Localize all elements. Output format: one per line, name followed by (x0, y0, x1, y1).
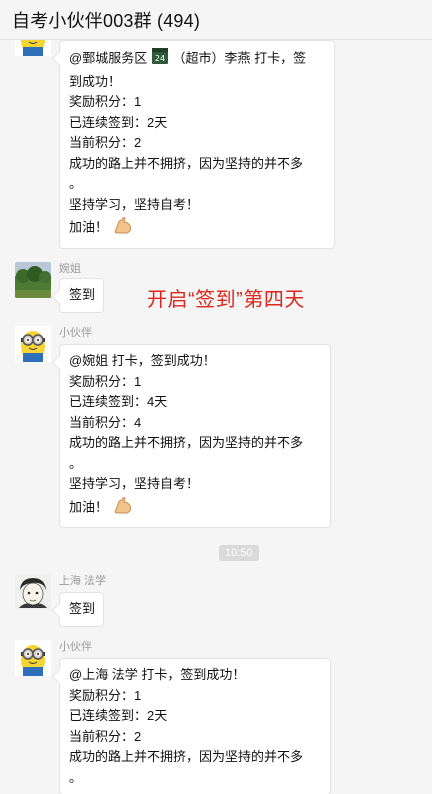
sender-name: 婉姐 (59, 263, 81, 275)
chat-title: 自考小伙伴003群 (494) (12, 10, 201, 31)
sender-name: 小伙伴 (59, 641, 92, 653)
message-line: 当前积分：2 (69, 135, 142, 150)
message-line: （超市）李燕 打卡，签 (172, 50, 307, 66)
message-line: 奖励积分：1 (69, 94, 142, 109)
message-bubble[interactable]: 签到 (59, 278, 105, 313)
message-line: 签到 (69, 601, 96, 616)
sketch-face-avatar[interactable] (15, 574, 51, 610)
message-line: 当前积分：2 (69, 728, 142, 744)
message-bubble[interactable]: @上海 法学 打卡，签到成功！ 奖励积分：1 已连续签到：2天 当前积分：2 成… (59, 658, 331, 794)
message-line: 已连续签到：4天 (69, 394, 168, 409)
message-line: 成功的路上并不拥挤，因为坚持的并不多 (69, 435, 304, 450)
mention-text: @鄄城服务区 (69, 50, 148, 66)
message-line: 成功的路上并不拥挤，因为坚持的并不多 (69, 155, 304, 171)
message-line: 。 (69, 176, 83, 191)
message-line: 加油！ (69, 499, 109, 515)
flexed-bicep-icon (112, 495, 134, 522)
message-line: 已连续签到：2天 (69, 708, 168, 723)
message-bubble[interactable]: 签到 (59, 592, 105, 627)
message-bubble[interactable]: @婉姐 打卡，签到成功！ 奖励积分：1 已连续签到：4天 当前积分：4 成功的路… (59, 344, 331, 528)
message-line: 加油！ (69, 219, 109, 235)
message-line: 。 (69, 769, 83, 785)
message-line: 签到 (69, 287, 96, 302)
flexed-bicep-icon (112, 215, 134, 242)
chat-title-bar: 自考小伙伴003群 (494) (0, 0, 432, 40)
message-line: 奖励积分：1 (69, 373, 142, 389)
message-line: 当前积分：4 (69, 414, 142, 430)
sender-name: 小伙伴 (59, 327, 92, 339)
message-line: @上海 法学 打卡，签到成功！ (69, 667, 246, 682)
red-annotation-text: 开启“签到”第四天 (147, 289, 305, 311)
timestamp-pill: 10:50 (219, 545, 259, 561)
sender-name: 上海 法学 (59, 575, 107, 587)
message-line: 已连续签到：2天 (69, 114, 168, 130)
message-line: @婉姐 打卡，签到成功！ (69, 353, 216, 368)
message-line: 坚持学习，坚持自考！ (69, 196, 200, 212)
message-line: 奖励积分：1 (69, 687, 142, 703)
message-line: 到成功！ (69, 73, 122, 89)
calendar-badge-text: 24 (155, 54, 165, 63)
minion-avatar[interactable] (15, 326, 51, 362)
message-line: 成功的路上并不拥挤，因为坚持的并不多 (69, 749, 304, 764)
message-line: 坚持学习，坚持自考！ (69, 476, 200, 491)
calendar-24-icon: 24 (151, 47, 169, 72)
message-bubble[interactable]: @鄄城服务区 24 （超市）李燕 打卡，签 到成功！ 奖励积分：1 已连续签到：… (59, 40, 335, 249)
minion-avatar[interactable] (15, 640, 51, 676)
minion-avatar[interactable] (15, 40, 51, 56)
chat-messages[interactable]: @鄄城服务区 24 （超市）李燕 打卡，签 到成功！ 奖励积分：1 已连续签到：… (0, 40, 432, 794)
message-line: 。 (69, 455, 83, 471)
landscape-photo-avatar[interactable] (15, 262, 51, 298)
